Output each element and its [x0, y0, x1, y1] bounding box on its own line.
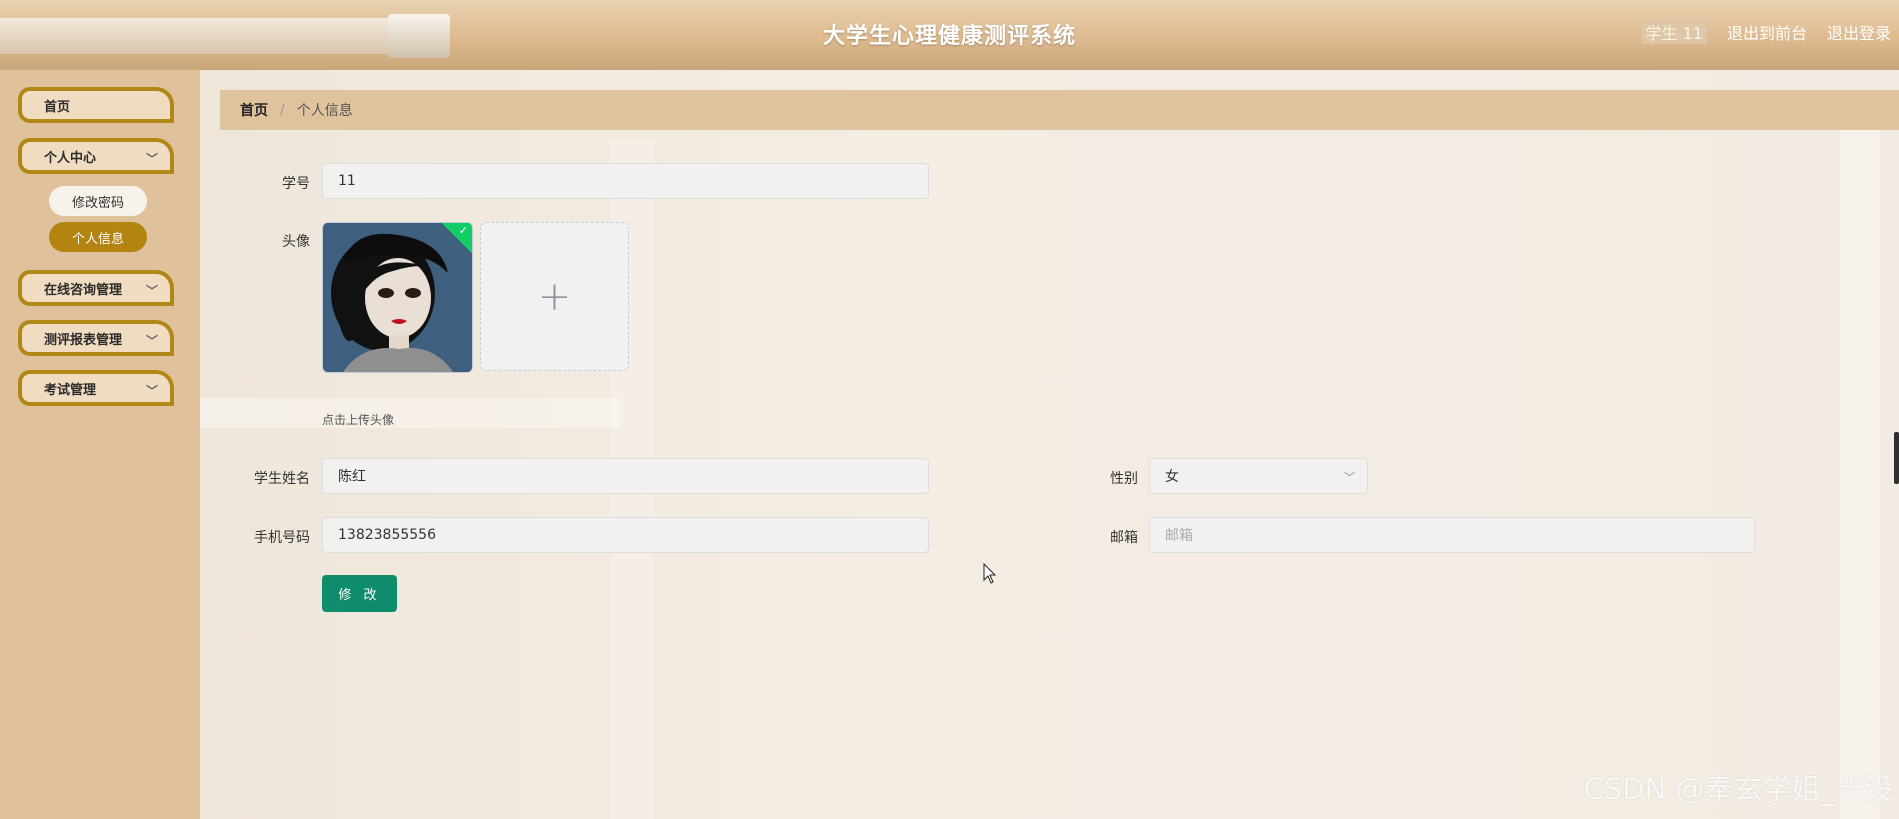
gender-select[interactable]: 女 ﹀: [1149, 458, 1368, 494]
student-name-field[interactable]: 陈红: [322, 458, 929, 494]
sidebar-item-exam-management[interactable]: 考试管理 ﹀: [18, 370, 174, 406]
chevron-down-icon: ﹀: [145, 334, 158, 348]
avatar-upload-tip: 点击上传头像: [322, 413, 395, 427]
student-id-label: 学号: [282, 176, 310, 192]
chevron-down-icon: ﹀: [145, 152, 158, 166]
modify-button-label: 修 改: [338, 588, 381, 603]
chevron-down-icon: ﹀: [1344, 471, 1355, 484]
chevron-down-icon: ﹀: [145, 284, 158, 298]
top-header: 大学生心理健康测评系统 学生 11 退出到前台 退出登录: [0, 0, 1899, 70]
sidebar-item-label: 个人中心: [44, 150, 97, 166]
current-user-label: 学生 11: [1641, 20, 1707, 44]
check-icon: ✓: [458, 224, 468, 237]
avatar-label: 头像: [282, 234, 310, 250]
sidebar-item-label: 在线咨询管理: [44, 282, 123, 298]
sidebar-item-home[interactable]: 首页: [18, 87, 174, 123]
student-name-value: 陈红: [338, 469, 366, 485]
gender-label: 性别: [1110, 471, 1138, 487]
submenu-item-label: 修改密码: [71, 195, 124, 211]
watermark-text: CSDN @奉玄学姐_毕设: [1583, 772, 1893, 806]
breadcrumb-current: 个人信息: [296, 103, 353, 119]
logout-link[interactable]: 退出登录: [1827, 20, 1891, 44]
exit-to-frontend-link[interactable]: 退出到前台: [1727, 20, 1807, 44]
chevron-down-icon: ﹀: [145, 384, 158, 398]
mouse-cursor-icon: [983, 563, 997, 584]
breadcrumb: 首页 / 个人信息: [220, 90, 1899, 130]
breadcrumb-home[interactable]: 首页: [240, 100, 268, 120]
avatar-image[interactable]: ✓: [322, 222, 473, 373]
sidebar-item-label: 测评报表管理: [44, 332, 123, 348]
avatar-illustration: [323, 223, 472, 372]
email-label: 邮箱: [1110, 530, 1138, 546]
sidebar: [0, 70, 200, 819]
modify-button[interactable]: 修 改: [322, 575, 397, 612]
breadcrumb-separator: /: [280, 102, 285, 118]
plus-icon: +: [537, 273, 572, 320]
sidebar-item-report-management[interactable]: 测评报表管理 ﹀: [18, 320, 174, 356]
phone-label: 手机号码: [254, 530, 310, 546]
gender-value: 女: [1165, 469, 1179, 485]
student-id-value: 11: [338, 173, 356, 189]
sidebar-item-label: 考试管理: [44, 382, 97, 398]
phone-field[interactable]: 13823855556: [322, 517, 929, 553]
header-user-area: 学生 11 退出到前台 退出登录: [1641, 20, 1899, 44]
student-id-field[interactable]: 11: [322, 163, 929, 199]
sidebar-item-personal-center[interactable]: 个人中心 ﹀: [18, 138, 174, 174]
submenu-item-label: 个人信息: [71, 231, 124, 247]
sidebar-item-online-consult[interactable]: 在线咨询管理 ﹀: [18, 270, 174, 306]
avatar-upload-button[interactable]: +: [480, 222, 629, 371]
email-field[interactable]: 邮箱: [1149, 517, 1755, 553]
student-name-label: 学生姓名: [254, 471, 310, 487]
phone-value: 13823855556: [338, 527, 436, 543]
background-decoration: [200, 398, 620, 428]
app-title: 大学生心理健康测评系统: [822, 24, 1076, 49]
background-decoration: [1840, 130, 1880, 819]
submenu-item-change-password[interactable]: 修改密码: [49, 186, 147, 216]
submenu-item-personal-info[interactable]: 个人信息: [49, 222, 147, 252]
scrollbar-thumb[interactable]: [1894, 432, 1899, 484]
sidebar-item-label: 首页: [44, 99, 71, 115]
email-placeholder: 邮箱: [1165, 528, 1193, 544]
